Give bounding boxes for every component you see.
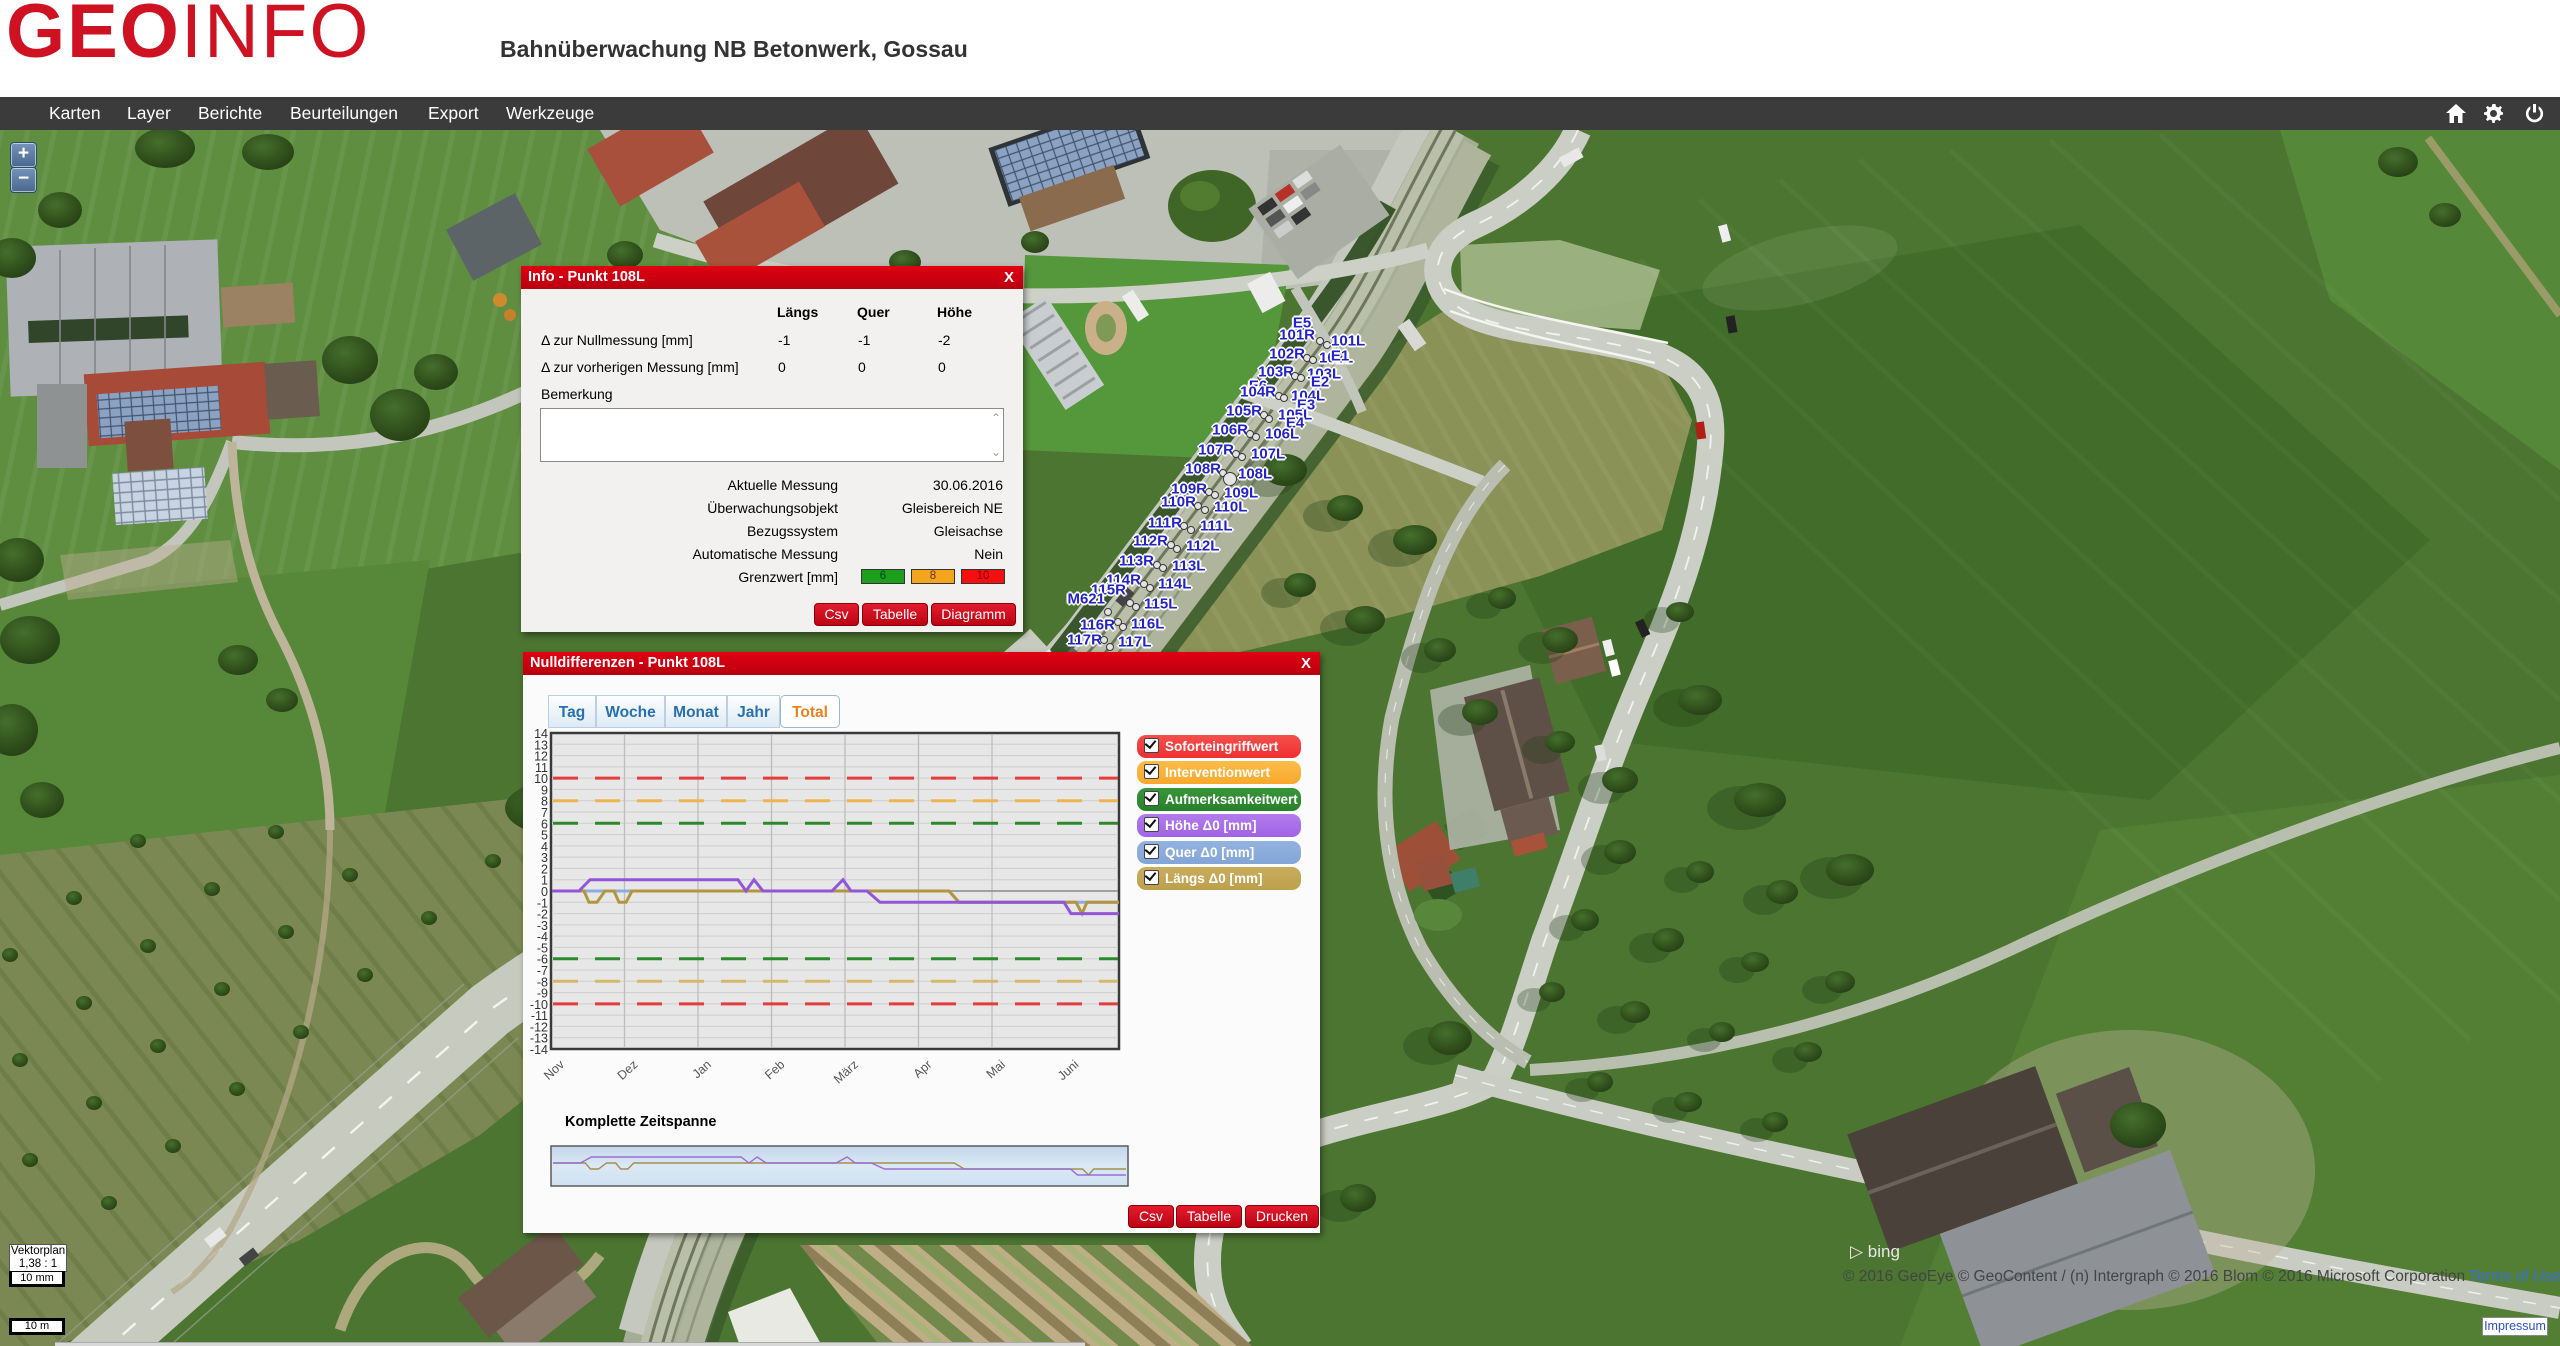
svg-text:Juni: Juni [1055, 1057, 1081, 1083]
svg-text:März: März [831, 1057, 861, 1086]
svg-text:-14: -14 [530, 1043, 548, 1057]
svg-text:Mai: Mai [984, 1057, 1008, 1081]
svg-text:Dez: Dez [615, 1057, 641, 1082]
svg-text:Jan: Jan [690, 1057, 714, 1081]
svg-text:Feb: Feb [762, 1057, 787, 1082]
svg-text:Apr: Apr [911, 1057, 935, 1080]
svg-text:Nov: Nov [541, 1057, 567, 1083]
